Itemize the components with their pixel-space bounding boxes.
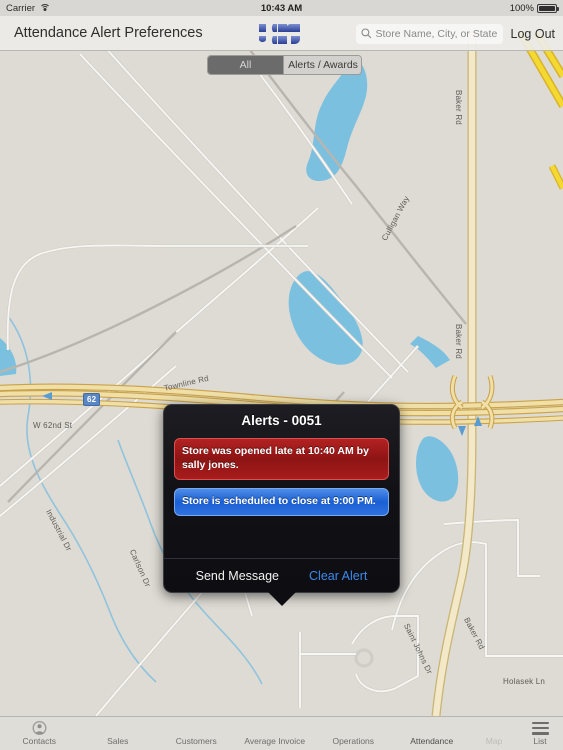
ics-logo <box>258 23 308 45</box>
alert-item[interactable]: Store is scheduled to close at 9:00 PM. <box>174 487 389 516</box>
list-icon <box>531 721 549 735</box>
app-root: Baker Rd Culligan Way Baker Rd Townline … <box>0 0 563 750</box>
highway-shield-62: 62 <box>83 393 101 406</box>
toolbar-label: Attendance <box>410 735 454 746</box>
logout-button[interactable]: Log Out <box>511 27 555 41</box>
map-view[interactable]: Baker Rd Culligan Way Baker Rd Townline … <box>0 16 563 716</box>
toolbar-view-group: Map List <box>471 717 563 750</box>
toolbar-item-average-invoice[interactable]: Average Invoice <box>236 717 315 750</box>
bottom-toolbar: Contacts Sales Customers Average Invoice… <box>0 716 563 750</box>
map-label: Baker Rd <box>454 324 463 359</box>
segment-all[interactable]: All <box>208 56 283 74</box>
nav-bar: Attendance Alert Preferences Store Name,… <box>0 16 563 51</box>
nav-bar-right: Log Out <box>355 16 555 51</box>
map-icon <box>486 722 503 735</box>
clear-alert-button[interactable]: Clear Alert <box>309 569 367 583</box>
toolbar-label: Contacts <box>22 736 57 746</box>
map-label: W 62nd St <box>33 421 73 430</box>
operations-icon <box>345 722 362 735</box>
sales-icon <box>109 722 126 735</box>
page-title: Attendance Alert Preferences <box>14 25 203 41</box>
map-canvas <box>0 16 563 716</box>
status-bar-right: 100% <box>509 2 559 14</box>
popover-footer: Send Message Clear Alert <box>164 558 399 592</box>
toolbar-item-attendance[interactable]: Attendance <box>393 717 472 750</box>
alert-item[interactable]: Store was opened late at 10:40 AM by sal… <box>174 438 389 480</box>
send-message-button[interactable]: Send Message <box>196 569 279 583</box>
filter-segmented-control[interactable]: All Alerts / Awards <box>207 55 362 75</box>
search-field[interactable] <box>355 23 503 44</box>
map-label: Baker Rd <box>454 90 463 125</box>
toolbar-label: Map <box>485 735 503 746</box>
segment-alerts-awards[interactable]: Alerts / Awards <box>283 56 361 74</box>
toolbar-item-map[interactable]: Map <box>471 717 517 750</box>
attendance-icon <box>423 722 440 735</box>
contacts-icon <box>32 721 47 735</box>
status-bar: Carrier 10:43 AM 100% <box>0 0 563 16</box>
toolbar-item-sales[interactable]: Sales <box>79 717 158 750</box>
toolbar-label: Customers <box>175 735 217 746</box>
popover-alert-list: Store was opened late at 10:40 AM by sal… <box>164 435 399 516</box>
toolbar-metrics-group: Contacts Sales Customers Average Invoice… <box>0 717 471 750</box>
average-invoice-icon <box>266 722 283 735</box>
toolbar-label: Sales <box>107 735 129 746</box>
battery-icon <box>537 3 559 13</box>
clock-label: 10:43 AM <box>260 2 303 14</box>
battery-percent-label: 100% <box>509 2 534 14</box>
customers-icon <box>188 722 205 735</box>
popover-title: Alerts - 0051 <box>241 412 322 428</box>
toolbar-label: Average Invoice <box>244 735 306 746</box>
alerts-popover: Alerts - 0051 Store was opened late at 1… <box>163 404 400 593</box>
toolbar-item-operations[interactable]: Operations <box>314 717 393 750</box>
popover-pointer-arrow <box>267 592 296 606</box>
search-icon <box>360 28 371 39</box>
toolbar-item-list[interactable]: List <box>517 717 563 750</box>
toolbar-label: List <box>533 735 547 746</box>
map-label: Holasek Ln <box>503 677 546 686</box>
toolbar-item-customers[interactable]: Customers <box>157 717 236 750</box>
search-input[interactable] <box>375 27 498 40</box>
toolbar-item-contacts[interactable]: Contacts <box>0 717 79 750</box>
toolbar-label: Operations <box>332 735 375 746</box>
